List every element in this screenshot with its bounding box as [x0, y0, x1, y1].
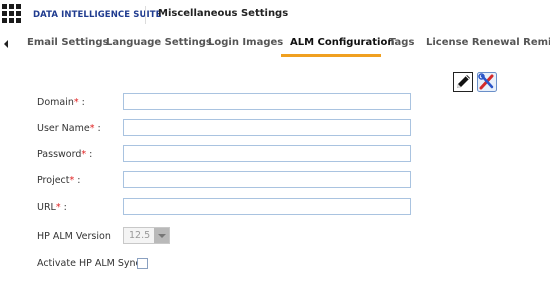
user-name-field[interactable] [123, 119, 411, 136]
tab-language-settings[interactable]: Language Settings [106, 37, 212, 48]
domain-field[interactable] [123, 93, 411, 110]
url-label: URL* : [37, 202, 67, 213]
tab-scroll-left-icon[interactable] [4, 40, 8, 48]
user-name-label: User Name* : [37, 123, 101, 134]
tab-tags[interactable]: Tags [389, 37, 414, 48]
hp-alm-version-value: 12.5 [129, 230, 151, 241]
project-field[interactable] [123, 171, 411, 188]
project-label: Project* : [37, 175, 81, 186]
password-label: Password* : [37, 149, 93, 160]
hp-alm-version-label: HP ALM Version [37, 231, 111, 242]
hp-alm-version-select[interactable]: 12.5 [123, 227, 170, 244]
edit-pencil-icon[interactable] [453, 72, 473, 92]
tab-license-renewal-reminder[interactable]: License Renewal Reminder [426, 37, 550, 48]
activate-hp-alm-sync-checkbox[interactable] [137, 258, 148, 269]
domain-label: Domain* : [37, 97, 85, 108]
app-grid-icon[interactable] [2, 4, 21, 23]
tab-alm-configuration[interactable]: ALM Configuration [290, 37, 394, 48]
suite-title: DATA INTELLIGENCE SUITE [33, 10, 162, 20]
dropdown-arrow-box [154, 228, 169, 243]
url-field[interactable] [123, 198, 411, 215]
activate-hp-alm-sync-label: Activate HP ALM Sync [37, 258, 141, 269]
tab-email-settings[interactable]: Email Settings [27, 37, 109, 48]
page-title: Miscellaneous Settings [158, 8, 289, 19]
active-tab-underline [281, 54, 381, 57]
chevron-down-icon [158, 234, 166, 238]
password-field[interactable] [123, 145, 411, 162]
header-divider [145, 6, 146, 24]
tools-wrench-screwdriver-icon[interactable] [477, 72, 497, 92]
tab-login-images[interactable]: Login Images [208, 37, 283, 48]
